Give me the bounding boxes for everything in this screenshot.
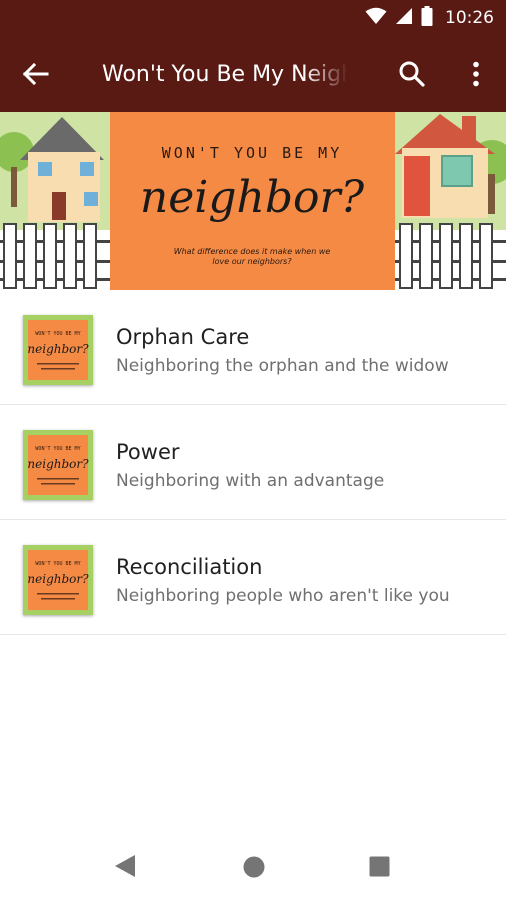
nav-home-button[interactable] <box>243 856 265 882</box>
list-item-reconciliation[interactable]: WON'T YOU BE MY neighbor? Reconciliation… <box>0 520 506 635</box>
series-banner: WON'T YOU BE MY neighbor? What differenc… <box>0 112 506 290</box>
item-thumbnail: WON'T YOU BE MY neighbor? <box>23 315 93 385</box>
svg-text:WON'T YOU BE MY: WON'T YOU BE MY <box>35 331 80 337</box>
circle-home-icon <box>243 856 265 878</box>
item-subtitle: Neighboring with an advantage <box>116 471 385 491</box>
more-options-button[interactable] <box>460 58 492 90</box>
search-button[interactable] <box>396 58 428 90</box>
svg-text:WON'T YOU BE MY: WON'T YOU BE MY <box>35 446 80 452</box>
item-thumbnail: WON'T YOU BE MY neighbor? <box>23 430 93 500</box>
page-title: Won't You Be My Neighbor? <box>102 62 348 87</box>
more-vert-icon <box>473 61 479 87</box>
item-thumbnail: WON'T YOU BE MY neighbor? <box>23 545 93 615</box>
svg-text:neighbor?: neighbor? <box>27 342 89 356</box>
status-bar: 10:26 <box>0 0 506 36</box>
item-title: Reconciliation <box>116 555 263 579</box>
back-button[interactable] <box>20 58 52 90</box>
message-list: WON'T YOU BE MY neighbor? Orphan Care Ne… <box>0 290 506 635</box>
arrow-back-icon <box>23 62 49 86</box>
item-subtitle: Neighboring people who aren't like you <box>116 586 450 606</box>
list-item-orphan-care[interactable]: WON'T YOU BE MY neighbor? Orphan Care Ne… <box>0 290 506 405</box>
banner-line1: WON'T YOU BE MY <box>162 144 342 162</box>
banner-caption2: love our neighbors? <box>212 257 292 266</box>
app-bar: Won't You Be My Neighbor? <box>0 36 506 112</box>
search-icon <box>399 61 425 87</box>
nav-back-button[interactable] <box>114 854 136 882</box>
banner-line2: neighbor? <box>140 172 365 223</box>
signal-icon <box>395 7 413 29</box>
svg-text:neighbor?: neighbor? <box>27 572 89 586</box>
triangle-back-icon <box>115 855 135 877</box>
list-item-power[interactable]: WON'T YOU BE MY neighbor? Power Neighbor… <box>0 405 506 520</box>
svg-text:neighbor?: neighbor? <box>27 457 89 471</box>
square-recents-icon <box>369 856 390 877</box>
item-subtitle: Neighboring the orphan and the widow <box>116 356 449 376</box>
svg-text:WON'T YOU BE MY: WON'T YOU BE MY <box>35 561 80 567</box>
banner-caption1: What difference does it make when we <box>174 247 331 256</box>
battery-icon <box>421 6 433 30</box>
item-title: Orphan Care <box>116 325 250 349</box>
wifi-icon <box>365 7 387 29</box>
item-title: Power <box>116 440 180 464</box>
nav-recents-button[interactable] <box>369 856 390 881</box>
system-nav-bar <box>0 830 506 900</box>
status-time: 10:26 <box>445 8 494 28</box>
